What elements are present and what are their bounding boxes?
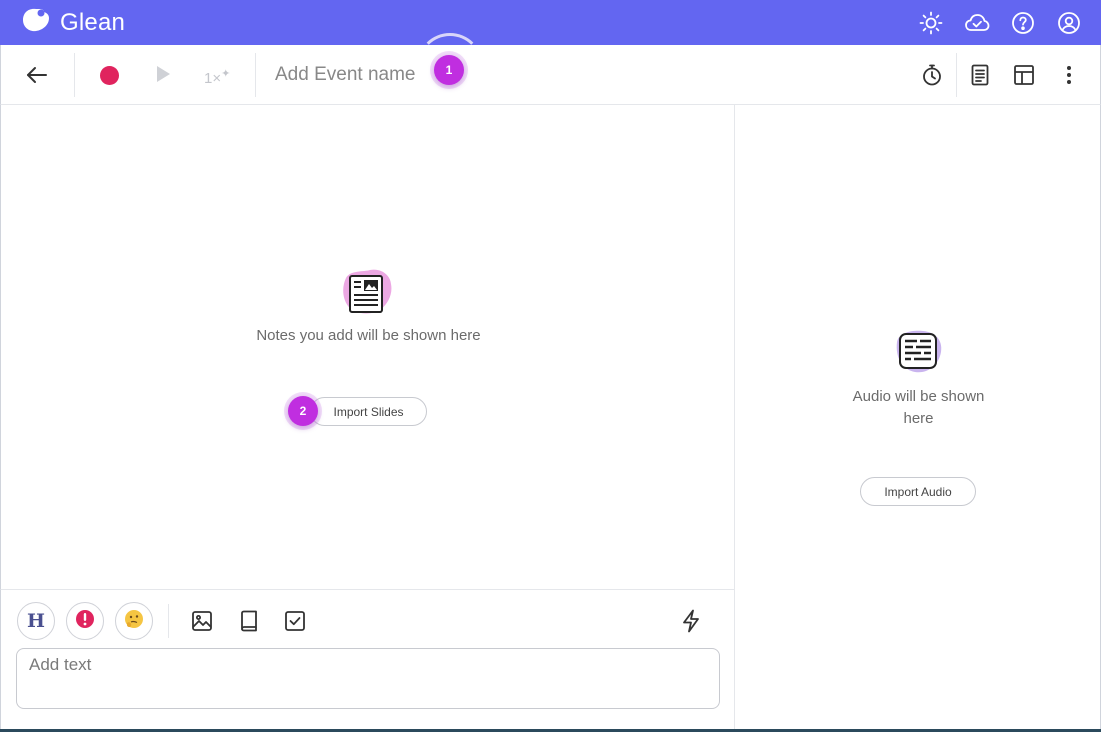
back-arrow-icon[interactable] bbox=[15, 59, 59, 91]
notes-panel: Notes you add will be shown here Import … bbox=[0, 105, 735, 590]
playback-speed-value: 1× bbox=[204, 70, 222, 87]
exclamation-icon bbox=[75, 609, 95, 634]
thinking-face-icon bbox=[123, 608, 145, 635]
editor-divider bbox=[168, 604, 169, 638]
playback-speed-button[interactable]: 1×✦ bbox=[204, 67, 230, 87]
audio-panel: Audio will be shown here Import Audio bbox=[734, 105, 1101, 732]
toolbar-divider bbox=[74, 53, 75, 97]
timer-icon[interactable] bbox=[916, 59, 948, 91]
audio-empty-line-2: here bbox=[903, 410, 934, 427]
brand[interactable]: Glean bbox=[20, 6, 125, 39]
document-icon[interactable] bbox=[964, 59, 996, 91]
app-header: Glean bbox=[0, 0, 1101, 45]
note-editor: H bbox=[0, 589, 735, 732]
toolbar: 1×✦ 1 bbox=[0, 33, 1101, 105]
toolbar-divider bbox=[956, 53, 957, 97]
sun-icon[interactable] bbox=[915, 7, 947, 39]
important-button[interactable] bbox=[66, 602, 104, 640]
question-button[interactable] bbox=[115, 602, 153, 640]
help-icon[interactable] bbox=[1007, 7, 1039, 39]
heading-label: H bbox=[27, 610, 45, 632]
cloud-check-icon[interactable] bbox=[961, 7, 993, 39]
hint-marker-1[interactable]: 1 bbox=[434, 55, 464, 85]
import-slides-button[interactable]: Import Slides bbox=[310, 397, 427, 426]
heading-button[interactable]: H bbox=[17, 602, 55, 640]
play-icon[interactable] bbox=[155, 65, 171, 88]
audio-empty-text: Audio will be shown here bbox=[735, 386, 1101, 430]
layout-icon[interactable] bbox=[1008, 59, 1040, 91]
lightning-icon[interactable] bbox=[676, 606, 706, 636]
app-name: Glean bbox=[60, 8, 126, 36]
notes-placeholder-icon bbox=[340, 268, 394, 323]
checkbox-icon[interactable] bbox=[280, 606, 310, 636]
notes-empty-text: Notes you add will be shown here bbox=[256, 327, 481, 344]
toolbar-divider bbox=[255, 53, 256, 97]
audio-empty-line-1: Audio will be shown bbox=[852, 388, 985, 405]
audio-placeholder-icon bbox=[893, 328, 945, 381]
glean-logo-icon bbox=[20, 6, 52, 39]
hint-marker-2[interactable]: 2 bbox=[288, 396, 318, 426]
import-audio-button[interactable]: Import Audio bbox=[860, 477, 976, 506]
account-icon[interactable] bbox=[1053, 7, 1085, 39]
record-button[interactable] bbox=[100, 66, 119, 85]
sparkle-icon: ✦ bbox=[221, 68, 231, 80]
book-icon[interactable] bbox=[234, 606, 264, 636]
image-icon[interactable] bbox=[187, 606, 217, 636]
add-text-input[interactable] bbox=[16, 648, 720, 709]
more-icon[interactable] bbox=[1053, 59, 1085, 91]
